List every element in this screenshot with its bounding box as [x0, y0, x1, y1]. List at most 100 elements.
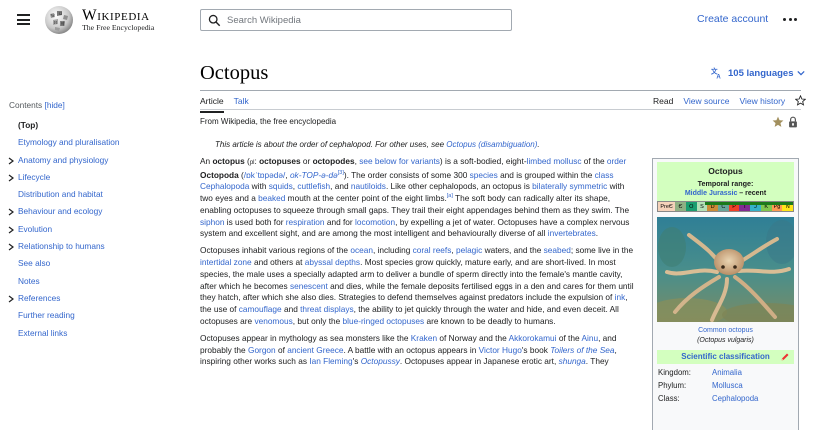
toc-item-label: Distribution and habitat	[18, 189, 103, 200]
article-link[interactable]: see below for variants	[359, 156, 440, 166]
toc-item-label: Notes	[18, 275, 40, 286]
chevron-right-icon[interactable]	[8, 295, 14, 303]
toc-item[interactable]: Further reading	[9, 310, 179, 327]
article-text: . Octopuses appear in Japanese erotic ar…	[399, 356, 559, 367]
article-link[interactable]: beaked	[258, 193, 285, 203]
article-text: and for	[324, 216, 355, 227]
article-link[interactable]: siphon	[200, 217, 224, 227]
article-paragraph-habitat: Octopuses inhabit various regions of the…	[200, 245, 636, 327]
good-article-star-icon[interactable]	[772, 116, 784, 128]
wikipedia-globe-logo-icon[interactable]: W Ω И 維	[44, 5, 74, 35]
tab-article[interactable]: Article	[200, 96, 224, 113]
tab-talk[interactable]: Talk	[234, 96, 249, 113]
watch-star-icon[interactable]	[795, 95, 807, 106]
search-input[interactable]	[227, 14, 487, 26]
chevron-right-icon[interactable]	[8, 174, 14, 182]
timeline-period[interactable]: Є	[675, 202, 686, 211]
toc-item[interactable]: Behaviour and ecology	[8, 206, 179, 223]
toc-item-label: Etymology and pluralisation	[18, 137, 120, 148]
article-text: waters, and the	[482, 245, 544, 256]
article-link[interactable]: venomous	[254, 316, 292, 326]
chevron-right-icon[interactable]	[8, 208, 14, 216]
article-link[interactable]: species	[470, 170, 498, 180]
article-link[interactable]: respiration	[286, 217, 325, 227]
classification-taxon-link[interactable]: Animalia	[712, 368, 742, 377]
toc-item[interactable]: Evolution	[8, 224, 179, 241]
temporal-range: Middle Jurassic – recent	[657, 188, 794, 201]
chevron-right-icon[interactable]	[8, 243, 14, 251]
toc-item-label: External links	[18, 327, 68, 338]
article-link[interactable]: Octopussy	[361, 356, 400, 366]
article-link[interactable]: Toilers of the Sea	[550, 345, 614, 355]
article-text: ). The order consists of some 300	[343, 169, 470, 180]
article-link[interactable]: Ainu	[581, 333, 598, 343]
article-link[interactable]: mollusc	[553, 156, 581, 166]
common-octopus-link[interactable]: Common octopus	[698, 327, 753, 334]
toc-hide-link[interactable]: [hide]	[45, 100, 65, 110]
article-link[interactable]: Cephalopoda	[200, 181, 249, 191]
toc-item[interactable]: (Top)	[9, 120, 179, 137]
article-link[interactable]: intertidal zone	[200, 257, 252, 267]
article-link[interactable]: bilaterally symmetric	[532, 181, 607, 191]
toc-item[interactable]: Lifecycle	[8, 172, 179, 189]
article-link[interactable]: nautiloids	[351, 181, 386, 191]
chevron-right-icon[interactable]	[8, 226, 14, 234]
article-link[interactable]: invertebrates	[548, 228, 596, 238]
toc-item[interactable]: See also	[9, 258, 179, 275]
header: W Ω И 維 Wikipedia The Free Encyclopedia …	[0, 0, 826, 42]
article-link[interactable]: senescent	[290, 281, 328, 291]
hatnote-disambiguation-link[interactable]: Octopus (disambiguation)	[446, 140, 537, 149]
article-link[interactable]: Ian Fleming	[309, 356, 352, 366]
edit-pencil-icon[interactable]	[780, 352, 790, 362]
timeline-period[interactable]: O	[685, 202, 697, 211]
article-link[interactable]: Kraken	[411, 333, 437, 343]
article-link[interactable]: shunga	[559, 356, 586, 366]
article-link[interactable]: coral reefs	[413, 245, 452, 255]
create-account-link[interactable]: Create account	[697, 13, 768, 25]
search-box[interactable]	[200, 9, 512, 31]
article-link[interactable]: order	[607, 156, 626, 166]
more-options-icon[interactable]	[783, 18, 797, 21]
toc-item[interactable]: Relationship to humans	[8, 241, 179, 258]
toc-item[interactable]: Distribution and habitat	[9, 189, 179, 206]
toc-item[interactable]: Notes	[9, 276, 179, 293]
article-link[interactable]: Akkorokamui	[509, 333, 557, 343]
article-link[interactable]: Victor Hugo	[479, 345, 522, 355]
chevron-right-icon[interactable]	[8, 157, 14, 165]
toc-item[interactable]: External links	[9, 328, 179, 345]
wordmark-tagline: The Free Encyclopedia	[82, 23, 155, 32]
classification-taxon-link[interactable]: Mollusca	[712, 381, 743, 390]
article-link[interactable]: limbed	[527, 156, 551, 166]
timeline-period[interactable]: PreЄ	[658, 202, 676, 211]
article-link[interactable]: class	[595, 170, 614, 180]
scientific-classification-header[interactable]: Scientific classification	[657, 350, 794, 364]
article-link[interactable]: ink	[615, 292, 626, 302]
classification-taxon-link[interactable]: Cephalopoda	[712, 394, 758, 403]
main-menu-hamburger-icon[interactable]	[17, 14, 30, 25]
semi-protected-lock-icon[interactable]	[787, 116, 799, 128]
wikipedia-wordmark[interactable]: Wikipedia The Free Encyclopedia	[82, 8, 154, 33]
toc-item[interactable]: References	[8, 293, 179, 310]
article-link[interactable]: threat displays	[300, 304, 354, 314]
article-link[interactable]: camouflage	[239, 304, 282, 314]
article-link[interactable]: blue-ringed octopuses	[343, 316, 425, 326]
article-link[interactable]: seabed	[544, 245, 571, 255]
language-selector-button[interactable]: 文 A 105 languages	[711, 67, 806, 79]
middle-jurassic-link[interactable]: Middle Jurassic	[685, 190, 738, 197]
toc-item-label: Relationship to humans	[18, 241, 105, 252]
toc-item[interactable]: Anatomy and physiology	[8, 155, 179, 172]
toc-item[interactable]: Etymology and pluralisation	[9, 137, 179, 154]
octopus-photo[interactable]	[657, 217, 794, 322]
article-link[interactable]: cuttlefish	[297, 181, 330, 191]
article-text: . A battle with an octopus appears in	[343, 344, 479, 355]
article-link[interactable]: Gorgon	[248, 345, 276, 355]
article-link[interactable]: ok-TOP-ə-də	[290, 170, 338, 180]
article-link[interactable]: ancient Greece	[287, 345, 343, 355]
article-link[interactable]: ocean	[350, 245, 373, 255]
article-link[interactable]: /ɒkˈtɒpədə/	[244, 170, 286, 180]
article-link[interactable]: locomotion	[355, 217, 395, 227]
article-text: of the	[581, 156, 607, 166]
article-link[interactable]: pelagic	[456, 245, 482, 255]
article-link[interactable]: squids	[269, 181, 293, 191]
article-link[interactable]: abyssal depths	[305, 257, 360, 267]
